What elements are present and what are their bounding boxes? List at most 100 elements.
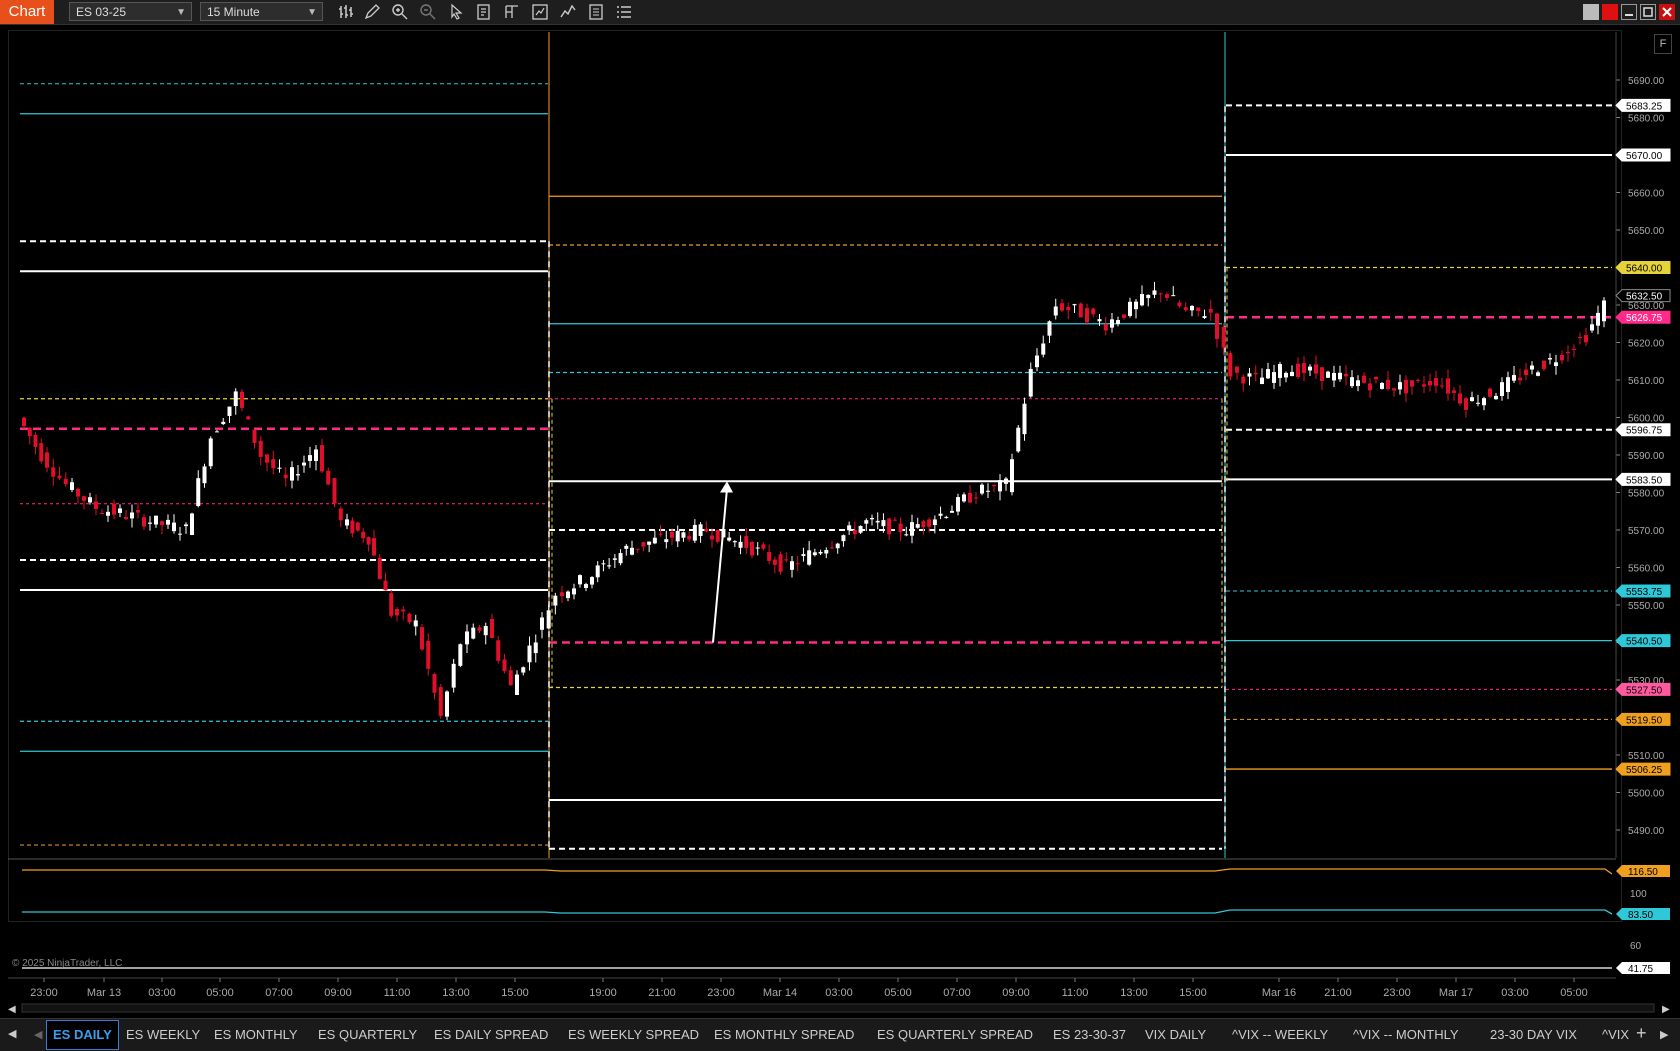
tab-es-quarterly[interactable]: ES QUARTERLY: [318, 1019, 417, 1051]
candlestick: [704, 529, 709, 532]
scroll-left-icon[interactable]: ◀: [8, 1027, 16, 1040]
tab-es-monthly-spread[interactable]: ES MONTHLY SPREAD: [714, 1019, 854, 1051]
price-tag-label: 5506.25: [1626, 765, 1663, 776]
candlestick: [1482, 398, 1486, 406]
candlestick: [675, 530, 680, 542]
candlestick: [1578, 336, 1582, 338]
candlestick: [1524, 369, 1528, 376]
candlestick: [502, 659, 507, 672]
time-axis-label: 23:00: [1383, 987, 1411, 999]
candlestick: [1458, 393, 1462, 404]
candlestick: [1078, 303, 1083, 318]
candlestick: [1326, 371, 1330, 378]
tab-es-23-30-37[interactable]: ES 23-30-37: [1053, 1019, 1126, 1051]
scroll-right-icon[interactable]: ▶: [1660, 1028, 1668, 1041]
candlestick: [1140, 294, 1144, 306]
price-tag-label: 5626.75: [1626, 313, 1663, 324]
candlestick: [178, 533, 182, 535]
candlestick: [767, 552, 772, 561]
candlestick: [271, 459, 276, 469]
tab-es-daily[interactable]: ES DAILY: [46, 1020, 119, 1050]
candlestick: [1320, 367, 1324, 382]
candlestick: [681, 532, 686, 538]
candlestick: [401, 609, 406, 612]
candlestick: [915, 524, 920, 528]
candlestick: [1380, 383, 1384, 389]
candlestick: [1091, 308, 1096, 315]
candlestick: [553, 595, 558, 606]
time-axis-label: 05:00: [1560, 987, 1588, 999]
candlestick: [283, 474, 288, 479]
candlestick: [744, 536, 749, 548]
candlestick: [1208, 308, 1213, 313]
candlestick: [584, 584, 588, 589]
candlestick: [652, 537, 657, 544]
candlestick: [142, 517, 146, 527]
price-axis-label: 5650.00: [1628, 226, 1665, 237]
candlestick: [190, 513, 194, 535]
time-axis-label: Mar 16: [1262, 987, 1296, 999]
candlestick: [1066, 307, 1071, 311]
candlestick: [314, 449, 318, 461]
horizontal-scrollbar[interactable]: [21, 1003, 1655, 1013]
price-axis-label: 5630.00: [1628, 301, 1665, 312]
tab-vix-daily[interactable]: VIX DAILY: [1145, 1019, 1206, 1051]
candlestick: [641, 542, 646, 547]
candlestick: [296, 474, 300, 476]
candlestick: [761, 544, 766, 549]
candlestick: [812, 552, 817, 556]
tab-es-daily-spread[interactable]: ES DAILY SPREAD: [434, 1019, 548, 1051]
candlestick: [350, 520, 355, 534]
candlestick: [887, 518, 892, 535]
price-tag-label: 5596.75: [1626, 426, 1663, 437]
candlestick: [710, 535, 714, 540]
candlestick: [1350, 377, 1354, 387]
candlestick: [377, 557, 382, 580]
tab-es-monthly[interactable]: ES MONTHLY: [214, 1019, 298, 1051]
price-axis-label: 5660.00: [1628, 189, 1665, 200]
tab-vix-monthly[interactable]: ^VIX -- MONTHLY: [1353, 1019, 1459, 1051]
candlestick: [27, 427, 32, 437]
candlestick: [1368, 383, 1372, 391]
tab-es-weekly-spread[interactable]: ES WEEKLY SPREAD: [568, 1019, 699, 1051]
time-axis-label: Mar 14: [763, 987, 797, 999]
candlestick: [277, 467, 282, 469]
candlestick: [1241, 376, 1246, 384]
candlestick: [921, 521, 926, 528]
tab-23-30-day-vix[interactable]: 23-30 DAY VIX: [1490, 1019, 1577, 1051]
candlestick: [136, 510, 140, 513]
candlestick: [389, 593, 394, 616]
candlestick: [1010, 459, 1014, 493]
candlestick: [687, 536, 692, 540]
candlestick: [898, 523, 903, 533]
tab-vix-weekly[interactable]: ^VIX -- WEEKLY: [1232, 1019, 1328, 1051]
candlestick: [1494, 395, 1498, 400]
hscroll-left-icon[interactable]: ◀: [8, 1004, 16, 1015]
tab-scroll-left-icon[interactable]: ◀: [34, 1028, 42, 1041]
candlestick: [154, 515, 158, 525]
candlestick: [795, 563, 800, 565]
lower-value-label: 41.75: [1628, 964, 1653, 975]
candlestick: [698, 524, 703, 537]
tab-es-quarterly-spread[interactable]: ES QUARTERLY SPREAD: [877, 1019, 1033, 1051]
candlestick: [601, 563, 606, 565]
candlestick: [1584, 335, 1588, 343]
candlestick: [546, 610, 551, 629]
candlestick: [1158, 293, 1163, 295]
candlestick: [208, 438, 213, 467]
candlestick: [607, 565, 612, 567]
time-axis-label: 21:00: [648, 987, 676, 999]
candlestick: [490, 619, 494, 638]
time-axis-label: 09:00: [1002, 987, 1030, 999]
candlestick: [1446, 378, 1450, 394]
candlestick: [1554, 362, 1558, 367]
candlestick: [265, 454, 269, 463]
tab-vix[interactable]: ^VIX: [1602, 1019, 1629, 1051]
price-chart[interactable]: 5690.00 5680.00 5670.00 5660.00 5650.00 5640.…: [0, 0, 1680, 1050]
hscroll-right-icon[interactable]: ▶: [1662, 1004, 1670, 1015]
candlestick: [1500, 382, 1504, 396]
candlestick: [932, 519, 937, 525]
tab-es-weekly[interactable]: ES WEEKLY: [126, 1019, 200, 1051]
add-tab-button[interactable]: +: [1636, 1023, 1647, 1044]
price-axis-label: 5610.00: [1628, 376, 1665, 387]
